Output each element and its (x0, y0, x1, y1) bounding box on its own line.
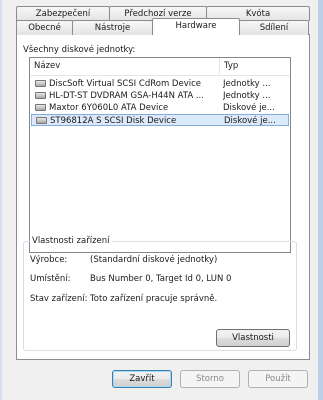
tab-row-2: Obecné Nástroje Hardware Sdílení (16, 18, 309, 35)
tab-nastroje[interactable]: Nástroje (72, 20, 153, 35)
properties-button[interactable]: Vlastnosti (216, 329, 290, 347)
location-value: Bus Number 0, Target Id 0, LUN 0 (90, 274, 232, 284)
hard-disk-icon (36, 117, 47, 124)
device-type: Jednotky ... (223, 79, 271, 89)
device-name: Maxtor 6Y060L0 ATA Device (49, 103, 169, 113)
device-row[interactable]: DiscSoft Virtual SCSI CdRom Device Jedno… (31, 78, 289, 90)
dvd-drive-icon (35, 92, 46, 99)
list-header: Název Typ (30, 58, 290, 76)
device-name: DiscSoft Virtual SCSI CdRom Device (49, 79, 201, 89)
tab-hardware[interactable]: Hardware (152, 18, 240, 35)
hardware-panel: Všechny diskové jednotky: Název Typ Disc… (16, 34, 310, 360)
column-header-name[interactable]: Název (30, 58, 220, 74)
location-label: Umístění: (30, 274, 71, 284)
device-row-selected[interactable]: ST96812A S SCSI Disk Device Diskové je..… (31, 114, 289, 126)
hard-disk-icon (35, 104, 46, 111)
status-label: Stav zařízení: (30, 294, 88, 304)
manufacturer-label: Výrobce: (30, 255, 68, 265)
device-type: Diskové je... (224, 116, 276, 126)
tab-obecne[interactable]: Obecné (16, 20, 73, 35)
device-properties-legend: Vlastnosti zařízení (30, 236, 112, 246)
apply-button[interactable]: Použít (248, 370, 308, 388)
device-name: HL-DT-ST DVDRAM GSA-H44N ATA ... (49, 91, 204, 101)
status-value: Toto zařízení pracuje správně. (90, 294, 218, 304)
tab-zabezpeceni[interactable]: Zabezpečení (16, 6, 110, 21)
cancel-button[interactable]: Storno (180, 370, 240, 388)
manufacturer-value: (Standardní diskové jednotky) (90, 255, 218, 265)
device-type: Diskové je... (223, 103, 275, 113)
device-row[interactable]: HL-DT-ST DVDRAM GSA-H44N ATA ... Jednotk… (31, 90, 289, 102)
device-name: ST96812A S SCSI Disk Device (50, 116, 177, 126)
column-header-type[interactable]: Typ (220, 58, 290, 74)
device-properties-group: Vlastnosti zařízení Výrobce: (Standardní… (23, 236, 297, 351)
device-list[interactable]: Název Typ DiscSoft Virtual SCSI CdRom De… (29, 57, 291, 253)
tab-sdileni[interactable]: Sdílení (239, 20, 309, 35)
device-type: Jednotky ... (223, 91, 271, 101)
close-button[interactable]: Zavřít (112, 370, 172, 388)
device-row[interactable]: Maxtor 6Y060L0 ATA Device Diskové je... (31, 102, 289, 114)
all-drives-label: Všechny diskové jednotky: (23, 45, 136, 55)
dvd-drive-icon (35, 80, 46, 87)
